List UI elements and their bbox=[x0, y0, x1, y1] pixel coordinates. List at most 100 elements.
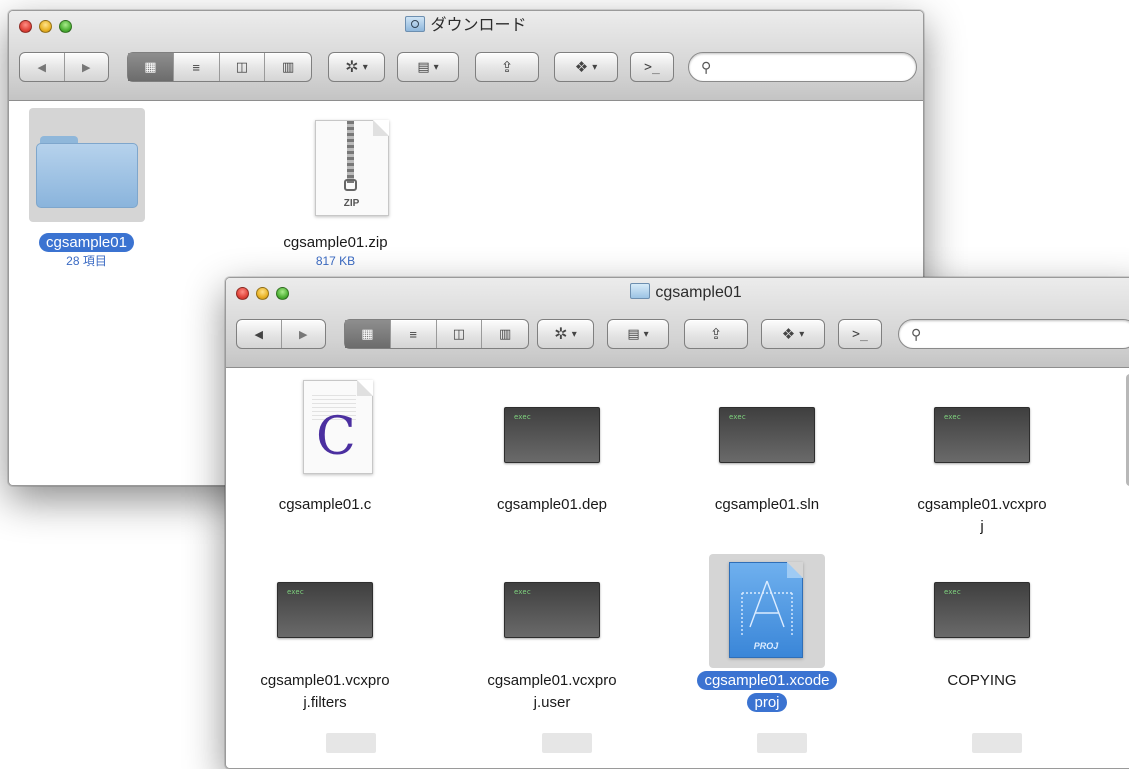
back-arrow-icon: ◀ bbox=[37, 61, 46, 74]
chevron-down-icon: ▾ bbox=[592, 61, 598, 73]
dropbox-menu-button[interactable]: ❖ ▾ bbox=[554, 52, 618, 82]
file-name-label: cgsample01.zip bbox=[283, 234, 388, 251]
xcode-project-icon[interactable]: PROJ bbox=[709, 554, 825, 668]
file-name-label: cgsample01.dep bbox=[496, 496, 608, 513]
exec-file-icon[interactable]: exec bbox=[494, 378, 610, 488]
file-item-exec[interactable]: exec cgsample01.vcxpro j bbox=[887, 378, 1077, 538]
exec-file-icon[interactable]: exec bbox=[709, 378, 825, 488]
back-button[interactable]: ◀ bbox=[20, 53, 65, 81]
terminal-icon: >_ bbox=[852, 326, 868, 342]
file-area[interactable]: C cgsample01.c exec cgsample01.dep exec … bbox=[226, 368, 1129, 768]
terminal-button[interactable]: >_ bbox=[838, 319, 882, 349]
gear-icon: ✲ bbox=[554, 326, 568, 343]
proj-badge: PROJ bbox=[753, 641, 779, 651]
coverflow-view-icon: ▥ bbox=[281, 59, 295, 74]
file-item-zip[interactable]: ZIP cgsample01.zip 817 KB bbox=[248, 108, 423, 268]
file-item-xcodeproj[interactable]: PROJ cgsample01.xcode proj bbox=[672, 554, 862, 714]
window-title: ダウンロード bbox=[9, 16, 923, 36]
file-item-exec[interactable]: exec cgsample01.vcxpro j.user bbox=[457, 554, 647, 714]
file-name-label-line2: proj bbox=[747, 693, 787, 712]
file-name-label-line1: cgsample01.vcxpro bbox=[917, 496, 1047, 513]
search-field[interactable]: ⚲ bbox=[898, 319, 1129, 349]
exec-file-icon[interactable]: exec bbox=[924, 554, 1040, 664]
exec-file-icon[interactable]: exec bbox=[267, 554, 383, 664]
file-name-label-line2: j.filters bbox=[303, 694, 347, 711]
forward-button[interactable]: ▶ bbox=[282, 320, 326, 348]
icon-view-button[interactable]: ▦ bbox=[128, 53, 174, 81]
share-button[interactable]: ⇪ bbox=[684, 319, 748, 349]
partial-file-icon[interactable] bbox=[326, 733, 376, 753]
view-mode-control[interactable]: ▦ ≡ ◫ ▥ bbox=[344, 319, 529, 349]
titlebar[interactable]: ダウンロード ◀ ▶ ▦ ≡ ◫ ▥ ✲ ▾ ▤ ▾ ⇪ ❖ ▾ >_ ⚲ bbox=[9, 11, 923, 101]
view-mode-control[interactable]: ▦ ≡ ◫ ▥ bbox=[127, 52, 312, 82]
terminal-icon: >_ bbox=[644, 59, 660, 75]
list-view-icon: ≡ bbox=[192, 59, 200, 75]
chevron-down-icon: ▾ bbox=[643, 328, 649, 340]
back-forward-control[interactable]: ◀ ▶ bbox=[236, 319, 326, 349]
list-view-button[interactable]: ≡ bbox=[391, 320, 437, 348]
search-input[interactable] bbox=[721, 57, 907, 79]
file-item-exec[interactable]: exec COPYING bbox=[887, 554, 1077, 692]
forward-arrow-icon: ▶ bbox=[299, 328, 308, 341]
file-item-folder[interactable]: cgsample01 28 項目 bbox=[24, 108, 149, 268]
dropbox-icon: ❖ bbox=[574, 59, 589, 76]
partial-file-icon[interactable] bbox=[972, 733, 1022, 753]
column-view-button[interactable]: ◫ bbox=[437, 320, 483, 348]
file-item-exec[interactable]: exec cgsample01.sln bbox=[672, 378, 862, 516]
icon-view-icon: ▦ bbox=[361, 326, 374, 341]
exec-badge: exec bbox=[729, 413, 746, 421]
titlebar[interactable]: cgsample01 ◀ ▶ ▦ ≡ ◫ ▥ ✲ ▾ ▤ ▾ ⇪ ❖ ▾ >_ … bbox=[226, 278, 1129, 368]
coverflow-view-icon: ▥ bbox=[498, 326, 512, 341]
arrange-icon: ▤ bbox=[417, 59, 430, 74]
window-title: cgsample01 bbox=[226, 283, 1129, 303]
file-name-label: cgsample01.sln bbox=[714, 496, 820, 513]
file-item-c-source[interactable]: C cgsample01.c bbox=[230, 378, 420, 516]
back-forward-control[interactable]: ◀ ▶ bbox=[19, 52, 109, 82]
terminal-button[interactable]: >_ bbox=[630, 52, 674, 82]
column-view-button[interactable]: ◫ bbox=[220, 53, 266, 81]
share-icon: ⇪ bbox=[500, 59, 514, 76]
exec-badge: exec bbox=[514, 413, 531, 421]
chevron-down-icon: ▾ bbox=[571, 328, 577, 340]
action-menu-button[interactable]: ✲ ▾ bbox=[328, 52, 385, 82]
icon-view-button[interactable]: ▦ bbox=[345, 320, 391, 348]
forward-button[interactable]: ▶ bbox=[65, 53, 109, 81]
back-button[interactable]: ◀ bbox=[237, 320, 282, 348]
item-count-label: 28 項目 bbox=[66, 254, 107, 268]
file-name-label-line1: cgsample01.vcxpro bbox=[260, 672, 390, 689]
zip-badge: ZIP bbox=[343, 198, 360, 209]
folder-icon[interactable] bbox=[28, 108, 145, 222]
file-item-exec[interactable]: exec cgsample01.vcxpro j.filters bbox=[230, 554, 420, 714]
file-name-label-line1: cgsample01.vcxpro bbox=[487, 672, 617, 689]
file-name-label-line2: j bbox=[980, 518, 984, 535]
partial-file-icon[interactable] bbox=[542, 733, 592, 753]
search-input[interactable] bbox=[931, 324, 1126, 346]
zip-archive-icon[interactable]: ZIP bbox=[278, 108, 394, 222]
folder-icon bbox=[630, 283, 651, 299]
downloads-folder-icon bbox=[405, 16, 426, 32]
arrange-menu-button[interactable]: ▤ ▾ bbox=[397, 52, 459, 82]
file-item-exec[interactable]: exec cgsample01.dep bbox=[457, 378, 647, 516]
coverflow-view-button[interactable]: ▥ bbox=[482, 320, 528, 348]
exec-badge: exec bbox=[287, 588, 304, 596]
column-view-icon: ◫ bbox=[452, 326, 466, 341]
partial-file-icon[interactable] bbox=[757, 733, 807, 753]
search-icon: ⚲ bbox=[911, 326, 922, 342]
c-language-badge: C bbox=[316, 407, 356, 467]
chevron-down-icon: ▾ bbox=[362, 61, 368, 73]
arrange-menu-button[interactable]: ▤ ▾ bbox=[607, 319, 669, 349]
exec-file-icon[interactable]: exec bbox=[494, 554, 610, 664]
c-source-file-icon[interactable]: C bbox=[267, 378, 383, 488]
action-menu-button[interactable]: ✲ ▾ bbox=[537, 319, 594, 349]
dropbox-menu-button[interactable]: ❖ ▾ bbox=[761, 319, 825, 349]
exec-file-icon[interactable]: exec bbox=[924, 378, 1040, 488]
finder-window-cgsample01[interactable]: cgsample01 ◀ ▶ ▦ ≡ ◫ ▥ ✲ ▾ ▤ ▾ ⇪ ❖ ▾ >_ … bbox=[225, 277, 1129, 769]
icon-view-icon: ▦ bbox=[144, 59, 157, 74]
column-view-icon: ◫ bbox=[235, 59, 249, 74]
search-field[interactable]: ⚲ bbox=[688, 52, 917, 82]
back-arrow-icon: ◀ bbox=[254, 328, 263, 341]
share-button[interactable]: ⇪ bbox=[475, 52, 539, 82]
list-view-button[interactable]: ≡ bbox=[174, 53, 220, 81]
coverflow-view-button[interactable]: ▥ bbox=[265, 53, 311, 81]
forward-arrow-icon: ▶ bbox=[82, 61, 91, 74]
